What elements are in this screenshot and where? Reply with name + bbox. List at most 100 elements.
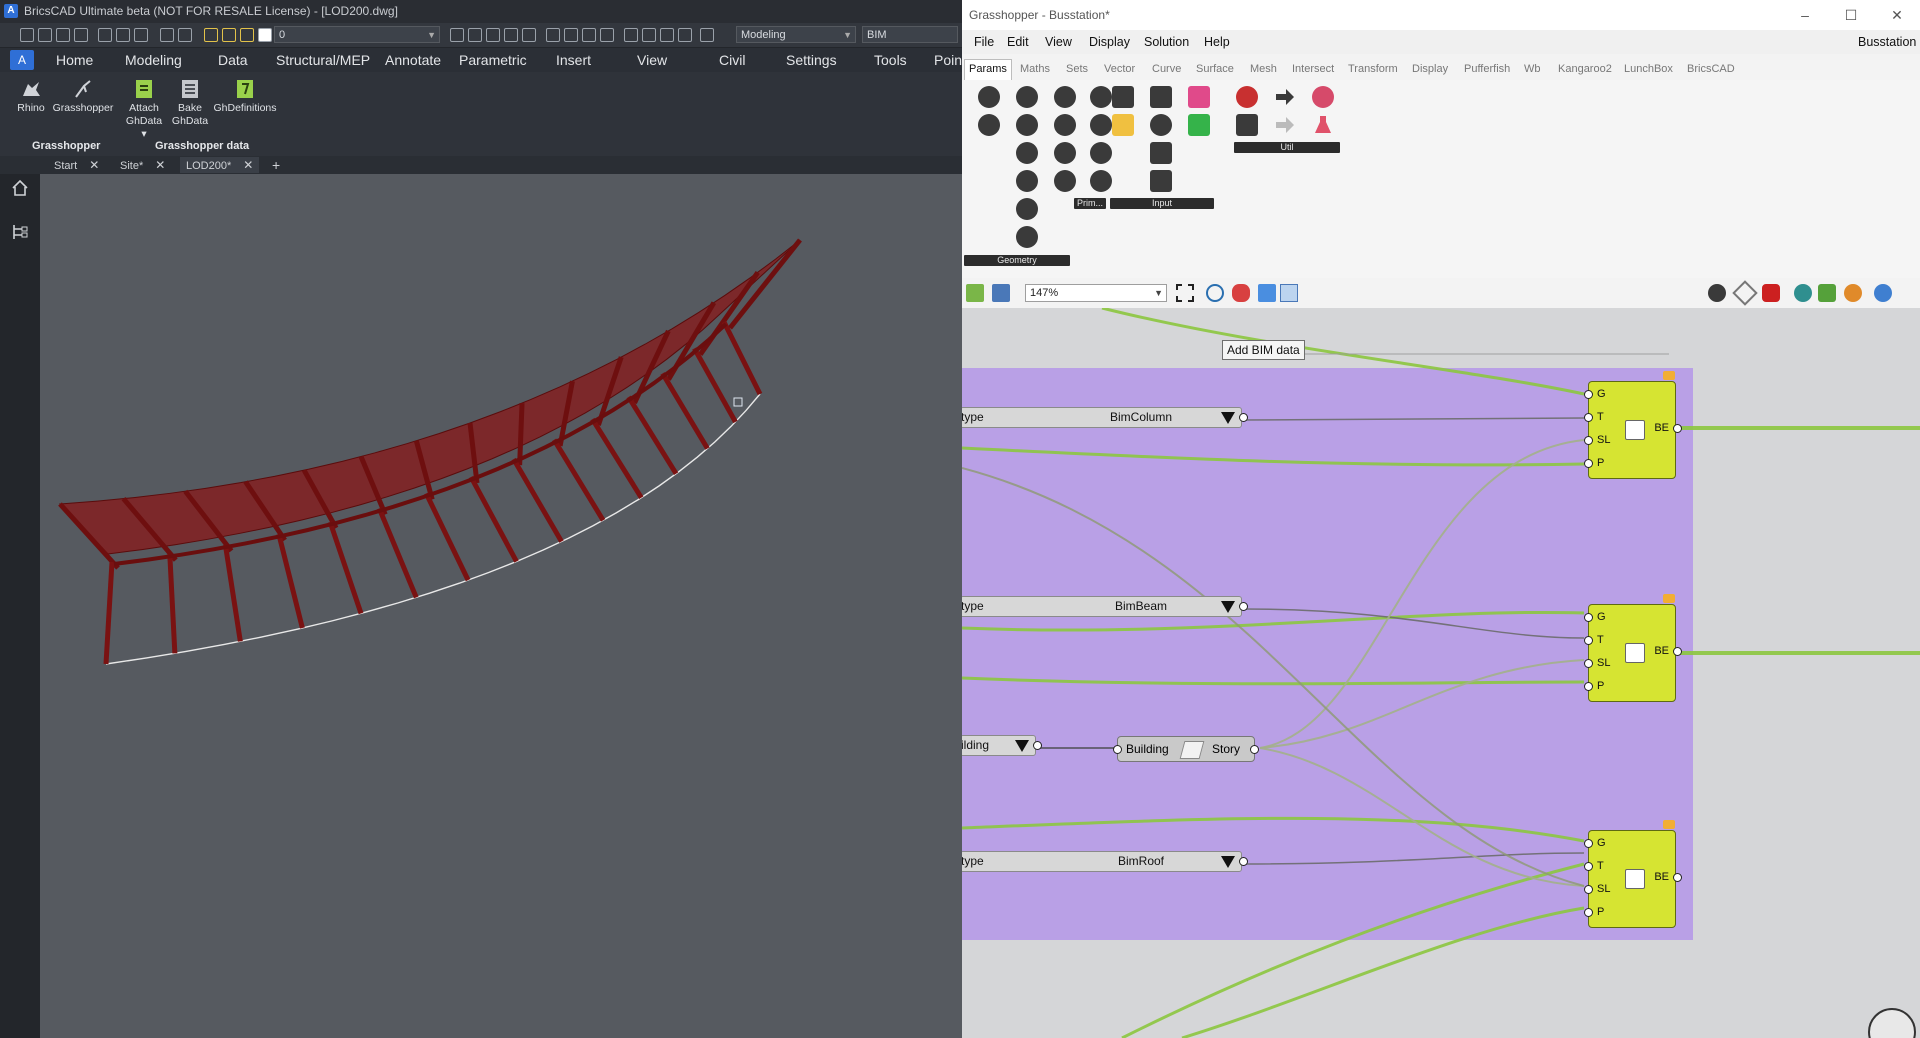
maximize-button[interactable]: ☐ [1828,0,1874,30]
menu-help[interactable]: Help [1204,30,1230,54]
input-port-p[interactable] [1584,908,1593,917]
input-port-sl[interactable] [1584,659,1593,668]
lightbulb-icon[interactable] [204,28,218,42]
param-vector-icon[interactable] [1016,226,1038,248]
osnap-icon[interactable] [504,28,518,42]
undo-icon[interactable] [160,28,174,42]
model-viewport[interactable] [40,174,962,1038]
doc-tab-start[interactable]: Start ✕ [54,157,99,173]
menu-display[interactable]: Display [1089,30,1130,54]
document-name[interactable]: Busstation [1858,30,1916,54]
visual-style-icon[interactable] [564,28,578,42]
util-cherry-icon[interactable] [1236,86,1258,108]
dropdown-arrow-icon[interactable] [1221,856,1235,868]
input-port-t[interactable] [1584,413,1593,422]
param-line-icon[interactable] [1016,170,1038,192]
sketch-icon[interactable] [1232,284,1250,302]
tab-parametric[interactable]: Parametric [459,48,527,72]
tab-pufferfish[interactable]: Pufferfish [1464,60,1510,80]
param-mesh-icon[interactable] [1054,142,1076,164]
building-story-component[interactable]: Building Story [1113,736,1259,762]
properties-icon[interactable] [624,28,638,42]
param-integer-icon[interactable] [1090,142,1112,164]
add-bim-data-icon[interactable] [1258,284,1276,302]
close-icon[interactable]: ✕ [155,158,165,172]
shaded-preview-icon[interactable] [1762,284,1780,302]
util-galapagos-icon[interactable] [1312,86,1334,108]
tab-wb[interactable]: Wb [1524,60,1541,80]
output-port-be[interactable] [1673,873,1682,882]
param-plane-icon[interactable] [1016,198,1038,220]
shade-icon[interactable] [582,28,596,42]
input-port-sl[interactable] [1584,885,1593,894]
new-tab-button[interactable]: + [272,157,280,173]
input-value-list-icon[interactable] [1150,170,1172,192]
close-icon[interactable]: ✕ [243,158,253,172]
param-geometry-icon[interactable] [978,86,1000,108]
workspace-select[interactable]: Modeling ▼ [736,26,856,43]
input-panel-icon[interactable] [1150,86,1172,108]
tab-kangaroo2[interactable]: Kangaroo2 [1558,60,1612,80]
open-file-icon[interactable] [38,28,52,42]
doc-tab-lod200[interactable]: LOD200* ✕ [180,157,260,173]
palette-group-util[interactable]: Util [1234,142,1340,153]
preview-eye-icon[interactable] [1206,284,1224,302]
tab-curve[interactable]: Curve [1152,60,1181,80]
tab-tools[interactable]: Tools [874,48,907,72]
palette-group-input[interactable]: Input [1110,198,1214,209]
input-port-p[interactable] [1584,459,1593,468]
param-surface-icon[interactable] [1054,170,1076,192]
sun-icon[interactable] [222,28,236,42]
tab-display[interactable]: Display [1412,60,1448,80]
util-flask-icon[interactable] [1312,114,1334,136]
menu-solution[interactable]: Solution [1144,30,1189,54]
tab-lunchbox[interactable]: LunchBox [1624,60,1673,80]
param-boolean-icon[interactable] [1090,86,1112,108]
add-bim-data-component-column[interactable]: G T SL P BE [1584,371,1682,479]
tab-view[interactable]: View [637,48,667,72]
dropdown-arrow-icon[interactable] [1221,412,1235,424]
view-cube-icon[interactable] [546,28,560,42]
ortho-icon[interactable] [468,28,482,42]
input-port-t[interactable] [1584,636,1593,645]
param-text-icon[interactable] [1090,170,1112,192]
output-port[interactable] [1239,857,1248,866]
snap-icon[interactable] [450,28,464,42]
tab-annotate[interactable]: Annotate [385,48,441,72]
param-point-icon[interactable] [978,114,1000,136]
output-port[interactable] [1250,745,1259,754]
grasshopper-canvas[interactable]: Add BIM data type BimColumn type BimBeam… [962,308,1920,1038]
tab-insert[interactable]: Insert [556,48,591,72]
redo-icon[interactable] [178,28,192,42]
new-file-icon[interactable] [20,28,34,42]
input-port-sl[interactable] [1584,436,1593,445]
output-port-be[interactable] [1673,647,1682,656]
structure-browser-icon[interactable] [10,222,30,242]
selected-only-icon[interactable] [1818,284,1836,302]
value-list-roof[interactable]: type BimRoof [962,851,1248,872]
wireframe-icon[interactable] [1732,280,1758,306]
input-port-g[interactable] [1584,839,1593,848]
zoom-select[interactable]: 147% ▼ [1025,284,1167,302]
add-bim-data-component-roof[interactable]: G T SL P BE [1584,820,1682,928]
tab-sets[interactable]: Sets [1066,60,1088,80]
tab-settings[interactable]: Settings [786,48,837,72]
tab-point[interactable]: Poin [934,48,962,72]
attach-ghdata-button[interactable]: Attach GhData ▾ [122,78,166,141]
value-list-column[interactable]: type BimColumn [962,407,1248,428]
util-relay-icon[interactable] [1274,86,1296,108]
tab-modeling[interactable]: Modeling [125,48,182,72]
layer-select[interactable]: 0 ▼ [274,26,440,43]
plot-icon[interactable] [134,28,148,42]
tab-surface[interactable]: Surface [1196,60,1234,80]
input-gradient-icon[interactable] [1188,86,1210,108]
ghdefinitions-button[interactable]: GhDefinitions [212,78,278,115]
tab-civil[interactable]: Civil [719,48,745,72]
print-preview-icon[interactable] [116,28,130,42]
input-timer-icon[interactable] [1150,142,1172,164]
input-button-icon[interactable] [1150,114,1172,136]
save-icon[interactable] [992,284,1010,302]
util-data-dam-icon[interactable] [1274,114,1296,136]
menu-edit[interactable]: Edit [1007,30,1029,54]
home-icon[interactable] [10,178,30,198]
